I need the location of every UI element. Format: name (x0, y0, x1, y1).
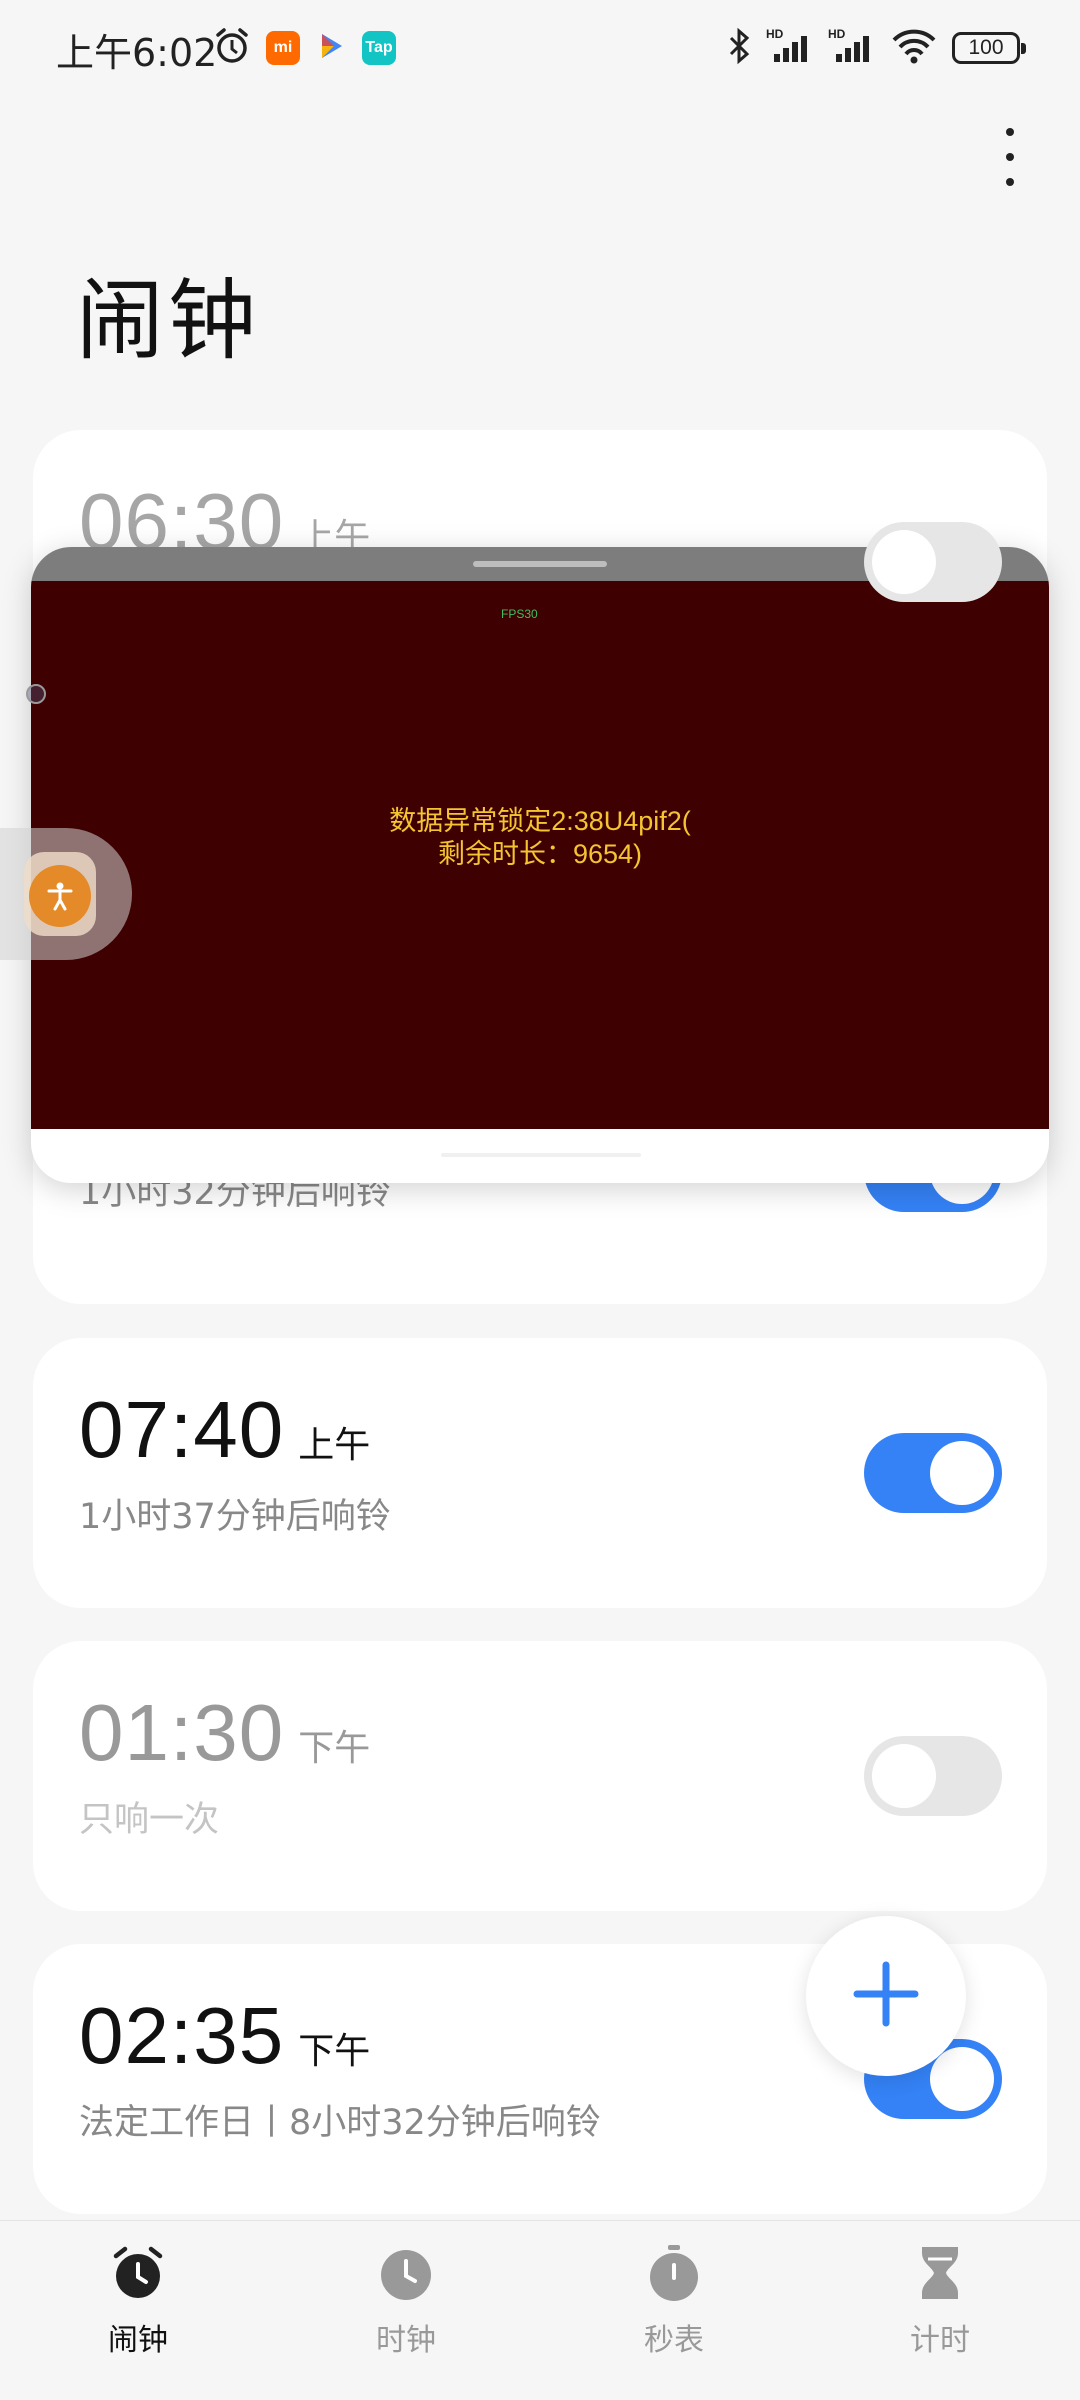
alarm-toggle[interactable] (864, 1736, 1002, 1816)
lock-message-line1: 数据异常锁定2:38U4pif2( (389, 806, 691, 836)
edge-indicator-icon[interactable] (26, 684, 46, 704)
tab-label: 计时 (910, 2323, 970, 2358)
plus-icon (851, 1959, 921, 2033)
lock-message: 数据异常锁定2:38U4pif2( 剩余时长：9654) (31, 805, 1049, 871)
alarm-toggle-top (864, 522, 1002, 602)
add-alarm-button[interactable] (806, 1916, 966, 2076)
wifi-icon (890, 26, 938, 70)
clock-icon (376, 2243, 436, 2303)
floating-window[interactable]: FPS30 数据异常锁定2:38U4pif2( 剩余时长：9654) (31, 547, 1049, 1183)
hourglass-icon (910, 2243, 970, 2303)
status-notification-icons: mi Tap (212, 26, 396, 70)
floating-window-content[interactable]: FPS30 数据异常锁定2:38U4pif2( 剩余时长：9654) (31, 581, 1049, 1129)
mi-app-icon: mi (266, 31, 300, 65)
tab-alarm[interactable]: 闹钟 (48, 2243, 228, 2359)
svg-text:HD: HD (766, 27, 784, 41)
tab-label: 秒表 (644, 2323, 704, 2358)
play-store-icon (314, 29, 348, 67)
fps-counter: FPS30 (501, 607, 538, 621)
alarm-card[interactable]: 01:30 下午 只响一次 (33, 1641, 1047, 1911)
accessibility-icon[interactable] (29, 865, 91, 927)
alarm-subtitle: 只响一次 (79, 1800, 220, 1840)
alarm-time: 01:30 (79, 1688, 285, 1777)
alarm-subtitle: 1小时37分钟后响铃 (79, 1497, 391, 1537)
alarm-time: 02:35 (79, 1991, 285, 2080)
alarm-status-icon (212, 26, 252, 70)
alarm-time-row: 01:30 下午 (79, 1687, 370, 1779)
alarm-clock-icon (108, 2243, 168, 2303)
taptap-app-icon: Tap (362, 31, 396, 65)
floating-window-bottom-handle[interactable] (441, 1153, 641, 1157)
lock-message-line2: 剩余时长：9654) (437, 839, 643, 869)
battery-indicator: 100 (952, 32, 1026, 64)
tab-timer[interactable]: 计时 (850, 2243, 1030, 2359)
alarm-period: 下午 (298, 2031, 371, 2072)
tab-label: 时钟 (376, 2323, 436, 2358)
alarm-time: 07:40 (79, 1385, 285, 1474)
status-time: 上午6:02 (56, 31, 218, 75)
tab-stopwatch[interactable]: 秒表 (584, 2243, 764, 2359)
more-options-icon[interactable] (998, 128, 1022, 186)
bottom-navigation: 闹钟 时钟 秒表 计时 (0, 2220, 1080, 2400)
alarm-period: 下午 (298, 1728, 371, 1769)
tab-label: 闹钟 (108, 2323, 168, 2358)
alarm-card[interactable]: 07:40 上午 1小时37分钟后响铃 (33, 1338, 1047, 1608)
stopwatch-icon (644, 2243, 704, 2303)
alarm-time-row: 07:40 上午 (79, 1384, 370, 1476)
bluetooth-icon (728, 26, 752, 70)
alarm-toggle[interactable] (864, 1433, 1002, 1513)
status-system-icons: HD HD 100 (728, 26, 1026, 70)
tab-clock[interactable]: 时钟 (316, 2243, 496, 2359)
drag-handle[interactable] (473, 561, 607, 567)
alarm-time-row: 02:35 下午 (79, 1990, 370, 2082)
svg-text:HD: HD (828, 27, 846, 41)
signal-hd-icon-2: HD (828, 26, 876, 70)
signal-hd-icon: HD (766, 26, 814, 70)
status-bar: 上午6:02 mi Tap HD HD 100 (0, 0, 1080, 100)
alarm-period: 上午 (298, 1425, 371, 1466)
page-title: 闹钟 (76, 269, 261, 372)
alarm-subtitle: 法定工作日丨8小时32分钟后响铃 (79, 2103, 601, 2143)
floating-assistant[interactable] (0, 828, 132, 960)
